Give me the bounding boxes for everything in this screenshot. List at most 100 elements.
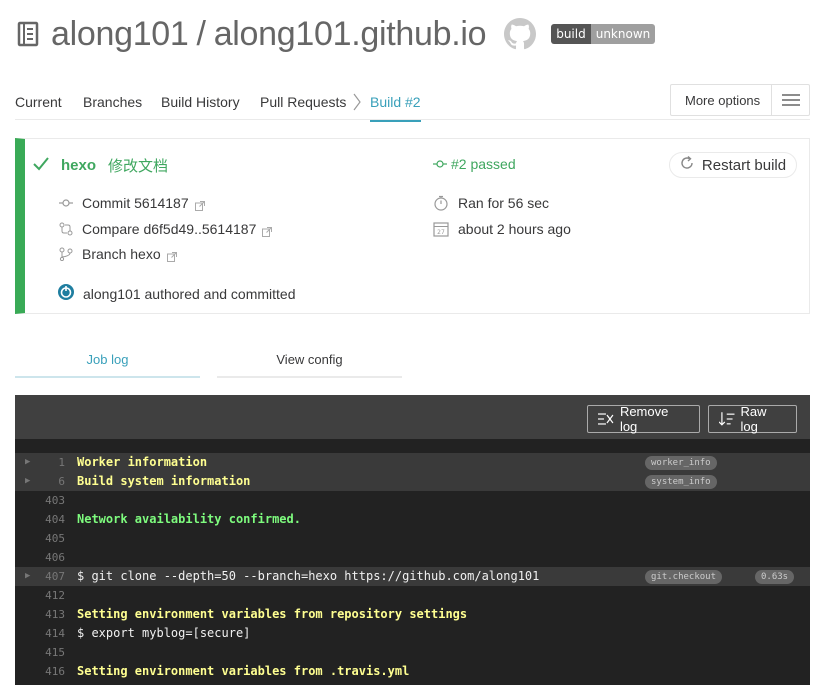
commit-link[interactable]: Commit 5614187 — [82, 195, 189, 211]
commit-message: 修改文档 — [108, 158, 169, 175]
remove-log-button[interactable]: Remove log — [587, 404, 700, 434]
finished-row: 27 about 2 hours ago — [433, 221, 571, 237]
repo-header: along101 / along101.github.io build unkn… — [17, 12, 656, 56]
job-tabs: Job log View config — [15, 345, 810, 379]
stopwatch-icon — [433, 195, 449, 211]
tab-build-history[interactable]: Build History — [161, 94, 240, 110]
raw-log-label: Raw log — [740, 404, 767, 434]
raw-log-icon — [719, 412, 735, 426]
compare-link[interactable]: Compare d6f5d49..5614187 — [82, 221, 256, 237]
hamburger-icon — [771, 85, 809, 115]
log-line: 404 Network availability confirmed. — [15, 510, 810, 529]
fold-duration: 0.63s — [755, 570, 795, 584]
tab-branches[interactable]: Branches — [83, 94, 142, 110]
log-line-number[interactable]: 406 — [35, 548, 65, 567]
log-line-number[interactable]: 407 — [35, 567, 65, 586]
svg-text:27: 27 — [437, 229, 445, 236]
tab-pull-requests[interactable]: Pull Requests — [260, 94, 346, 110]
log-line[interactable]: ▶ 407 $ git clone --depth=50 --branch=hexo… — [15, 567, 810, 586]
job-log: Remove log Raw log ▶ 1 Worker information w… — [15, 395, 810, 685]
github-icon[interactable] — [504, 18, 537, 50]
raw-log-button[interactable]: Raw log — [708, 404, 797, 434]
calendar-icon: 27 — [433, 221, 449, 237]
branch-icon — [59, 247, 73, 262]
chevron-right-icon — [352, 92, 362, 112]
restart-build-button[interactable]: Restart build — [669, 152, 797, 178]
log-line-text: Setting environment variables from repos… — [77, 607, 468, 621]
restart-build-label: Restart build — [701, 156, 787, 174]
badge-label: build — [551, 24, 591, 44]
log-line-text: Network availability confirmed. — [77, 512, 301, 526]
more-options-button[interactable]: More options — [670, 84, 810, 116]
fold-toggle-icon[interactable]: ▶ — [25, 567, 30, 586]
tab-build-2[interactable]: Build #2 — [370, 94, 421, 122]
finished-text: about 2 hours ago — [458, 221, 571, 237]
commit-row[interactable]: Commit 5614187 — [59, 195, 205, 211]
log-line: 416 Setting environment variables from .t… — [15, 662, 810, 681]
log-line-number[interactable]: 415 — [35, 643, 65, 662]
log-line: 412 — [15, 586, 810, 605]
log-line-number[interactable]: 414 — [35, 624, 65, 643]
log-line-number[interactable]: 1 — [35, 453, 65, 472]
log-line: 414 $ export myblog=[secure] — [15, 624, 810, 643]
avatar — [57, 283, 75, 304]
check-icon — [33, 156, 49, 175]
external-link-icon — [194, 198, 205, 211]
log-line-number[interactable]: 412 — [35, 586, 65, 605]
external-link-icon — [166, 249, 177, 262]
branch-row[interactable]: Branch hexo — [59, 246, 177, 262]
author-row: along101 authored and committed — [57, 283, 295, 304]
log-line[interactable]: ▶ 1 Worker information worker_info — [15, 453, 810, 472]
log-toolbar: Remove log Raw log — [15, 395, 810, 439]
log-line-number[interactable]: 405 — [35, 529, 65, 548]
duration-text: Ran for 56 sec — [458, 195, 550, 211]
external-link-icon — [262, 224, 273, 237]
more-options-label: More options — [685, 92, 761, 108]
compare-icon — [59, 222, 73, 236]
author-text: along101 authored and committed — [83, 285, 296, 302]
commit-status-icon — [433, 157, 447, 171]
log-line-number[interactable]: 6 — [35, 472, 65, 491]
log-line-number[interactable]: 416 — [35, 662, 65, 681]
log-line-text: $ export myblog=[secure] — [77, 626, 251, 640]
log-line: 406 — [15, 548, 810, 567]
repo-name[interactable]: along101.github.io — [214, 15, 487, 54]
remove-log-icon — [598, 413, 614, 425]
repo-separator: / — [196, 14, 206, 53]
log-line-number[interactable]: 413 — [35, 605, 65, 624]
fold-tag: git.checkout — [645, 570, 723, 584]
badge-value: unknown — [590, 24, 656, 44]
build-summary-card: hexo 修改文档 Commit 5614187 Compare d6f5d49… — [15, 138, 810, 314]
log-line[interactable]: ▶ 6 Build system information system_info — [15, 472, 810, 491]
fold-toggle-icon[interactable]: ▶ — [25, 472, 30, 491]
branch-link[interactable]: Branch hexo — [82, 246, 161, 262]
tab-view-config[interactable]: View config — [217, 345, 402, 378]
log-line-text: Setting environment variables from .trav… — [77, 664, 410, 678]
build-title: hexo 修改文档 — [33, 155, 168, 176]
compare-row[interactable]: Compare d6f5d49..5614187 — [59, 221, 273, 237]
remove-log-label: Remove log — [619, 404, 669, 434]
log-line-text: Build system information — [77, 474, 251, 488]
build-status-badge[interactable]: build unknown — [551, 24, 656, 44]
fold-tag: system_info — [645, 475, 717, 489]
repo-book-icon — [17, 21, 39, 47]
log-line: 405 — [15, 529, 810, 548]
log-line-number[interactable]: 404 — [35, 510, 65, 529]
tab-job-log[interactable]: Job log — [15, 345, 200, 378]
build-branch[interactable]: hexo — [61, 157, 96, 174]
log-line: 403 — [15, 491, 810, 510]
tab-current[interactable]: Current — [15, 94, 62, 110]
log-lines: ▶ 1 Worker information worker_info ▶ 6 Build s… — [15, 453, 810, 681]
commit-icon — [59, 196, 73, 210]
log-line-number[interactable]: 403 — [35, 491, 65, 510]
log-line: 415 — [15, 643, 810, 662]
log-line-text: $ git clone --depth=50 --branch=hexo htt… — [77, 569, 540, 583]
fold-tag: worker_info — [645, 456, 717, 470]
repo-nav: Current Branches Build History Pull Requ… — [15, 84, 810, 122]
duration-row: Ran for 56 sec — [433, 195, 549, 211]
repo-owner[interactable]: along101 — [51, 15, 189, 54]
build-status-text: #2 passed — [451, 156, 516, 172]
restart-icon — [680, 155, 694, 174]
fold-toggle-icon[interactable]: ▶ — [25, 453, 30, 472]
build-status[interactable]: #2 passed — [433, 156, 516, 172]
